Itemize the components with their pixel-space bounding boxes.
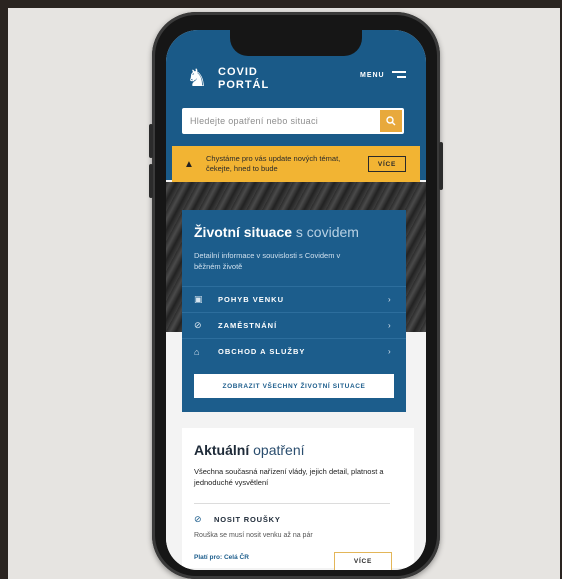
situation-item-label: OBCHOD A SLUŽBY — [218, 347, 306, 356]
divider — [194, 503, 390, 504]
bus-icon: ▣ — [194, 294, 203, 304]
life-situations-card: Životní situace s covidem Detailní infor… — [182, 210, 406, 412]
life-situations-title-light: s covidem — [295, 224, 359, 240]
update-alert-banner: ▲ Chystáme pro vás update nových témat, … — [172, 146, 420, 182]
search-icon — [386, 116, 396, 126]
menu-label[interactable]: MENU — [360, 72, 385, 79]
warning-icon: ▲ — [184, 158, 194, 170]
measure-title-label: NOSIT ROUŠKY — [214, 515, 281, 524]
chevron-right-icon: › — [388, 295, 391, 304]
current-measures-title-bold: Aktuální — [194, 442, 250, 458]
current-measures-title-light: opatření — [253, 442, 305, 458]
current-measures-section: Aktuální opatření Všechna současná naříz… — [182, 428, 414, 570]
life-situations-title-bold: Životní situace — [194, 224, 293, 240]
show-all-situations-button[interactable]: ZOBRAZIT VŠECHNY ŽIVOTNÍ SITUACE — [194, 374, 394, 398]
phone-notch — [230, 30, 362, 56]
brand-name[interactable]: COVID PORTÁL — [218, 66, 269, 92]
situation-item-label: ZAMĚSTNÁNÍ — [218, 321, 278, 330]
smartphone-frame: ♞ COVID PORTÁL MENU Hledejte opatření ne… — [149, 12, 443, 579]
situation-item-obchod-a-sluzby[interactable]: ⌂ OBCHOD A SLUŽBY › — [182, 338, 406, 364]
alert-more-button[interactable]: VÍCE — [368, 156, 406, 172]
volume-down-button — [149, 164, 153, 198]
shop-icon: ⌂ — [194, 346, 200, 357]
measure-validity: Platí pro: Celá ČR — [194, 554, 249, 561]
measure-description: Rouška se musí nosit venku až na pár — [194, 532, 313, 539]
hamburger-menu-icon[interactable] — [392, 71, 406, 81]
life-situations-list: ▣ POHYB VENKU › ⊘ ZAMĚSTNÁNÍ › ⌂ OBCHOD … — [182, 286, 406, 364]
mask-icon: ⊘ — [194, 514, 202, 524]
brand-line-2: PORTÁL — [218, 79, 270, 91]
situation-item-pohyb-venku[interactable]: ▣ POHYB VENKU › — [182, 286, 406, 312]
volume-up-button — [149, 124, 153, 158]
current-measures-title: Aktuální opatření — [194, 442, 305, 458]
situation-item-zamestnani[interactable]: ⊘ ZAMĚSTNÁNÍ › — [182, 312, 406, 338]
measure-title-nosit-rousky[interactable]: ⊘ NOSIT ROUŠKY — [194, 514, 281, 525]
no-work-icon: ⊘ — [194, 320, 202, 330]
search-bar[interactable]: Hledejte opatření nebo situaci — [182, 108, 404, 134]
chevron-right-icon: › — [388, 321, 391, 330]
situation-item-label: POHYB VENKU — [218, 295, 285, 304]
search-input[interactable]: Hledejte opatření nebo situaci — [182, 116, 380, 126]
phone-screen: ♞ COVID PORTÁL MENU Hledejte opatření ne… — [166, 30, 426, 570]
life-situations-subtitle: Detailní informace v souvislosti s Covid… — [194, 251, 341, 271]
life-situations-title: Životní situace s covidem — [194, 224, 359, 240]
current-measures-description: Všechna současná nařízení vlády, jejich … — [194, 467, 384, 487]
search-button[interactable] — [380, 110, 402, 132]
chevron-right-icon: › — [388, 347, 391, 356]
measure-more-button[interactable]: VÍCE — [334, 552, 392, 570]
alert-text: Chystáme pro vás update nových témat, če… — [206, 154, 341, 173]
lion-icon[interactable]: ♞ — [184, 64, 210, 94]
power-button — [439, 142, 443, 190]
brand-line-1: COVID — [218, 66, 258, 78]
